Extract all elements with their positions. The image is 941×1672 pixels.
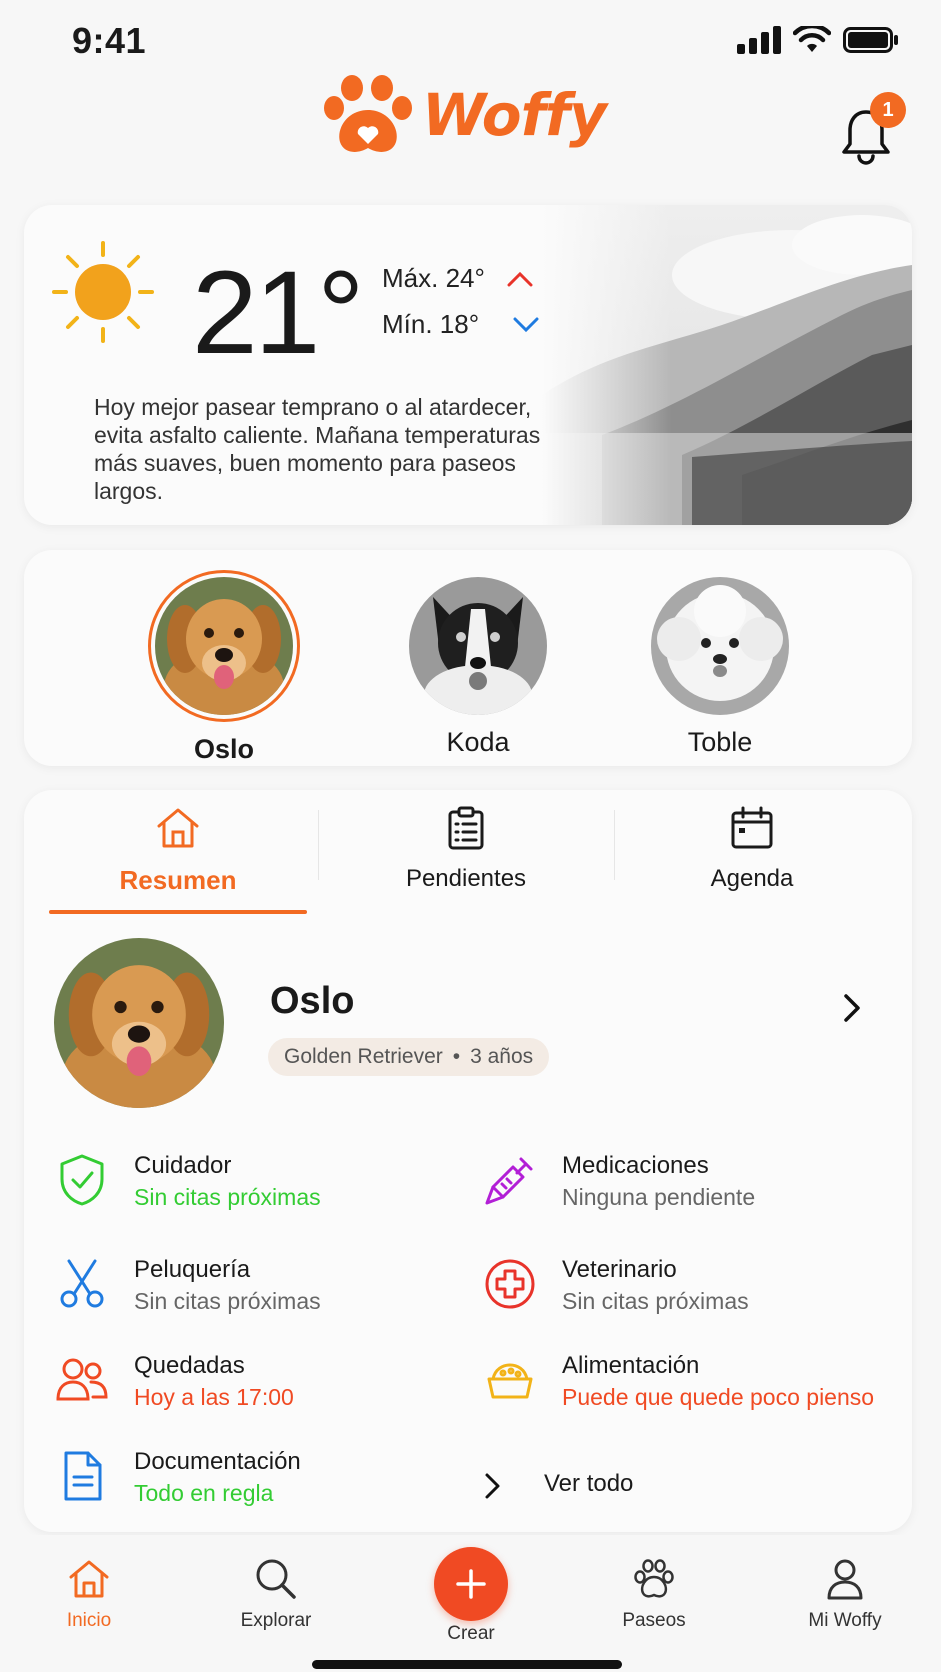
profile-avatar[interactable]	[54, 938, 224, 1108]
tab-label: Pendientes	[405, 865, 527, 892]
plus-icon	[456, 1569, 486, 1599]
nav-crear[interactable]: Crear	[401, 1535, 541, 1645]
sun-icon	[52, 241, 154, 343]
feature-status: Hoy a las 17:00	[134, 1384, 294, 1410]
feature-alimentacion[interactable]: Alimentación Puede que quede poco pienso	[482, 1352, 902, 1442]
notification-badge: 1	[870, 92, 906, 128]
status-time: 9:41	[72, 20, 147, 61]
tab-divider	[614, 810, 615, 880]
nav-explorar[interactable]: Explorar	[206, 1557, 346, 1632]
pet-summary-card: Resumen Pendientes Agenda Oslo Golden Re…	[24, 790, 912, 1532]
syringe-icon	[482, 1152, 538, 1208]
feature-status: Sin citas próximas	[134, 1288, 321, 1314]
home-indicator	[312, 1660, 622, 1669]
home-icon	[69, 1560, 109, 1598]
feature-quedadas[interactable]: Quedadas Hoy a las 17:00	[54, 1352, 474, 1442]
tab-label: Agenda	[710, 865, 794, 892]
max-temperature: Máx. 24°	[382, 263, 485, 293]
separator-dot: •	[452, 1045, 461, 1068]
tab-agenda[interactable]: Agenda	[622, 804, 882, 893]
see-all-link[interactable]: Ver todo	[482, 1458, 902, 1514]
see-all-label: Ver todo	[544, 1470, 634, 1497]
calendar-icon	[731, 806, 773, 849]
pet-name: Oslo	[193, 734, 254, 764]
feature-title: Peluquería	[134, 1256, 251, 1283]
wifi-icon	[793, 26, 831, 52]
weather-card: 21° Máx. 24° Mín. 18° Hoy mejor pasear t…	[24, 205, 912, 525]
nav-label: Crear	[447, 1623, 495, 1644]
scissors-icon	[54, 1256, 110, 1312]
clipboard-list-icon	[448, 806, 484, 850]
active-tab-indicator	[49, 910, 307, 914]
feature-medicaciones[interactable]: Medicaciones Ninguna pendiente	[482, 1152, 902, 1242]
breed-age-badge: Golden Retriever • 3 años	[268, 1038, 550, 1076]
max-temperature-row: Máx. 24°	[382, 263, 533, 294]
bottom-navigation: Inicio Explorar Crear Paseos Mi Woffy	[0, 1535, 941, 1672]
tab-label: Resumen	[119, 865, 237, 895]
pet-name: Toble	[687, 727, 753, 757]
pet-avatar	[148, 570, 300, 722]
pet-toble[interactable]: Toble	[635, 570, 805, 758]
nav-label: Paseos	[622, 1610, 686, 1631]
paw-heart-icon	[324, 75, 412, 152]
feature-status: Puede que quede poco pienso	[562, 1384, 875, 1410]
nav-mi-woffy[interactable]: Mi Woffy	[775, 1557, 915, 1632]
feature-cuidador[interactable]: Cuidador Sin citas próximas	[54, 1152, 474, 1242]
brand-name: Woffy	[422, 81, 607, 149]
feature-title: Medicaciones	[562, 1152, 709, 1179]
nav-label: Explorar	[240, 1610, 312, 1631]
profile-name[interactable]: Oslo	[270, 980, 354, 1023]
feature-veterinario[interactable]: Veterinario Sin citas próximas	[482, 1256, 902, 1346]
app-logo: Woffy	[322, 74, 607, 156]
feature-title: Cuidador	[134, 1152, 232, 1179]
feature-peluqueria[interactable]: Peluquería Sin citas próximas	[54, 1256, 474, 1346]
min-temperature: Mín. 18°	[382, 309, 480, 339]
paw-icon	[634, 1559, 674, 1598]
pet-avatar	[651, 577, 789, 715]
chevron-right-icon	[485, 1473, 500, 1499]
pet-name: Koda	[446, 727, 510, 757]
create-button[interactable]	[434, 1547, 508, 1621]
feature-status: Todo en regla	[134, 1480, 274, 1506]
feature-status: Sin citas próximas	[134, 1184, 321, 1210]
weather-advice: Hoy mejor pasear temprano o al atardecer…	[94, 394, 541, 504]
battery-icon	[843, 27, 898, 53]
tab-divider	[318, 810, 319, 880]
feature-status: Ninguna pendiente	[562, 1184, 756, 1210]
tab-resumen[interactable]: Resumen	[48, 804, 308, 896]
pet-avatar	[409, 577, 547, 715]
landscape-illustration	[542, 205, 912, 525]
arrow-up-icon	[507, 271, 533, 286]
pet-oslo[interactable]: Oslo	[139, 570, 309, 765]
age: 3 años	[470, 1045, 534, 1068]
search-icon	[256, 1559, 296, 1599]
current-temperature: 21°	[192, 247, 364, 379]
people-icon	[54, 1352, 110, 1408]
nav-inicio[interactable]: Inicio	[19, 1557, 159, 1632]
nav-paseos[interactable]: Paseos	[584, 1557, 724, 1632]
document-icon	[54, 1448, 110, 1504]
feature-status: Sin citas próximas	[562, 1288, 749, 1314]
feature-title: Documentación	[134, 1448, 301, 1475]
min-temperature-row: Mín. 18°	[382, 309, 539, 340]
chevron-right-icon[interactable]	[842, 992, 864, 1024]
food-bowl-icon	[482, 1352, 538, 1408]
medical-cross-icon	[482, 1256, 538, 1312]
feature-title: Veterinario	[562, 1256, 677, 1283]
feature-documentacion[interactable]: Documentación Todo en regla	[54, 1448, 474, 1532]
nav-label: Inicio	[66, 1610, 112, 1631]
arrow-down-icon	[513, 317, 539, 332]
tab-pendientes[interactable]: Pendientes	[336, 804, 596, 893]
shield-check-icon	[54, 1152, 110, 1208]
feature-title: Quedadas	[134, 1352, 245, 1379]
home-icon	[157, 808, 199, 848]
pets-selector: Oslo Koda Toble	[24, 550, 912, 766]
cellular-signal-icon	[737, 26, 781, 54]
feature-title: Alimentación	[562, 1352, 700, 1379]
pet-koda[interactable]: Koda	[393, 570, 563, 758]
status-icons	[737, 26, 899, 54]
breed: Golden Retriever	[284, 1045, 443, 1068]
user-icon	[827, 1559, 863, 1600]
nav-label: Mi Woffy	[808, 1610, 882, 1631]
